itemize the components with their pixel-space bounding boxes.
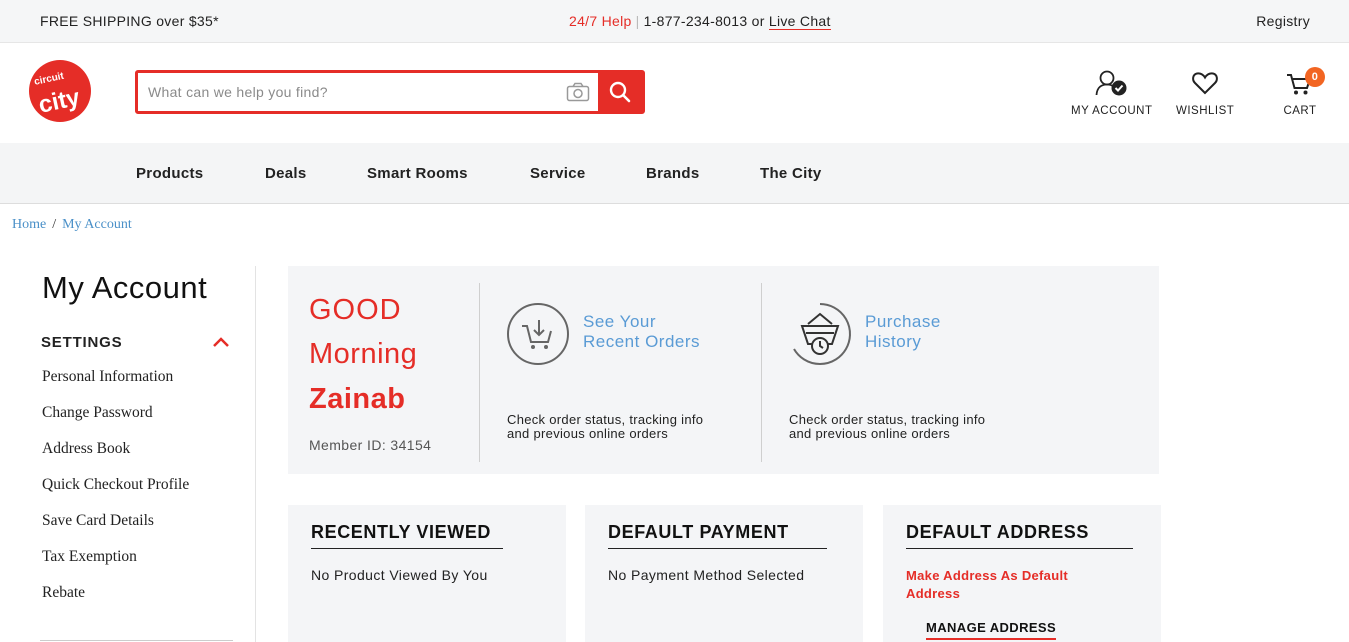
nav-the-city[interactable]: The City bbox=[760, 165, 822, 182]
default-payment-text: No Payment Method Selected bbox=[608, 567, 805, 583]
sidebar-item-quick-checkout-profile[interactable]: Quick Checkout Profile bbox=[42, 476, 189, 494]
cart-count-badge: 0 bbox=[1305, 67, 1325, 87]
default-payment-card: DEFAULT PAYMENT No Payment Method Select… bbox=[585, 505, 863, 642]
heart-icon bbox=[1192, 72, 1219, 95]
top-bar: FREE SHIPPING over $35* 24/7 Help | 1-877-… bbox=[0, 0, 1349, 43]
search-button[interactable] bbox=[598, 73, 642, 111]
help-divider: | bbox=[635, 13, 640, 29]
recently-viewed-text: No Product Viewed By You bbox=[311, 567, 488, 583]
purchase-history-desc-line2: and previous online orders bbox=[789, 426, 951, 441]
sidebar-item-address-book[interactable]: Address Book bbox=[42, 440, 130, 458]
recent-orders-description: Check order status, tracking info and pr… bbox=[507, 413, 703, 441]
recently-viewed-title: RECENTLY VIEWED bbox=[311, 522, 503, 549]
manage-address-button[interactable]: MANAGE ADDRESS bbox=[926, 620, 1057, 640]
default-payment-title: DEFAULT PAYMENT bbox=[608, 522, 827, 549]
recent-orders-title-line1: See Your bbox=[583, 312, 657, 331]
user-check-icon bbox=[1095, 70, 1127, 96]
nav-service[interactable]: Service bbox=[530, 165, 585, 182]
user-name: Zainab bbox=[309, 383, 406, 415]
cart-download-icon[interactable] bbox=[506, 302, 570, 366]
recent-orders-desc-line2: and previous online orders bbox=[507, 426, 669, 441]
search-bar bbox=[135, 70, 645, 114]
default-address-card: DEFAULT ADDRESS Make Address As Default … bbox=[883, 505, 1161, 642]
nav-brands[interactable]: Brands bbox=[646, 165, 699, 182]
purchase-history-link[interactable]: Purchase History bbox=[865, 312, 941, 352]
make-default-address-link[interactable]: Make Address As Default Address bbox=[906, 567, 1106, 603]
sidebar-divider bbox=[40, 640, 233, 641]
sidebar-item-rebate[interactable]: Rebate bbox=[42, 584, 85, 602]
breadcrumb-current[interactable]: My Account bbox=[62, 217, 132, 232]
sidebar-item-tax-exemption[interactable]: Tax Exemption bbox=[42, 548, 137, 566]
nav-deals[interactable]: Deals bbox=[265, 165, 307, 182]
greeting-panel: GOOD Morning Zainab Member ID: 34154 See… bbox=[288, 266, 1159, 474]
help-label: 24/7 Help bbox=[569, 13, 632, 29]
recent-orders-title-line2: Recent Orders bbox=[583, 332, 701, 351]
recently-viewed-card: RECENTLY VIEWED No Product Viewed By You bbox=[288, 505, 566, 642]
greeting-line1: GOOD bbox=[309, 294, 402, 326]
search-input[interactable] bbox=[138, 73, 558, 111]
account-sidebar: My Account SETTINGS Personal Information… bbox=[0, 266, 256, 642]
help-line: 24/7 Help | 1-877-234-8013 or Live Chat bbox=[569, 13, 831, 30]
recent-orders-link[interactable]: See Your Recent Orders bbox=[583, 312, 700, 352]
wishlist-label: WISHLIST bbox=[1176, 105, 1235, 117]
sidebar-item-personal-information[interactable]: Personal Information bbox=[42, 368, 173, 386]
cart-button[interactable]: 0 CART bbox=[1280, 67, 1325, 117]
my-account-button[interactable]: MY ACCOUNT bbox=[1071, 69, 1152, 117]
site-header: circuit city MY ACCOUNT WISHLIST 0 CART bbox=[0, 43, 1349, 143]
chevron-up-icon[interactable] bbox=[212, 336, 230, 348]
circuit-city-logo[interactable]: circuit city bbox=[28, 59, 94, 123]
sidebar-item-change-password[interactable]: Change Password bbox=[42, 404, 153, 422]
wishlist-button[interactable]: WISHLIST bbox=[1176, 69, 1234, 117]
breadcrumb-separator: / bbox=[52, 217, 57, 232]
member-id: Member ID: 34154 bbox=[309, 437, 432, 453]
sidebar-item-save-card-details[interactable]: Save Card Details bbox=[42, 512, 154, 530]
nav-smart-rooms[interactable]: Smart Rooms bbox=[367, 165, 468, 182]
search-icon bbox=[609, 81, 631, 103]
nav-products[interactable]: Products bbox=[136, 165, 203, 182]
greeting-line2: Morning bbox=[309, 338, 418, 370]
main-nav: Products Deals Smart Rooms Service Brand… bbox=[0, 143, 1349, 204]
settings-section-header[interactable]: SETTINGS bbox=[41, 334, 122, 351]
purchase-history-title-line2: History bbox=[865, 332, 922, 351]
purchase-history-desc-line1: Check order status, tracking info bbox=[789, 412, 986, 427]
cart-label: CART bbox=[1283, 105, 1317, 117]
breadcrumb-home[interactable]: Home bbox=[12, 217, 46, 232]
registry-link[interactable]: Registry bbox=[1256, 13, 1310, 29]
breadcrumb: Home / My Account bbox=[12, 217, 132, 233]
basket-clock-icon[interactable] bbox=[788, 302, 852, 366]
purchase-history-title-line1: Purchase bbox=[865, 312, 941, 331]
recent-orders-desc-line1: Check order status, tracking info bbox=[507, 412, 704, 427]
free-shipping-text: FREE SHIPPING over $35* bbox=[40, 13, 219, 29]
page-title: My Account bbox=[42, 270, 208, 305]
panel-divider-2 bbox=[761, 283, 762, 462]
camera-search-icon[interactable] bbox=[558, 73, 598, 111]
phone-text: 1-877-234-8013 or bbox=[643, 13, 765, 29]
my-account-label: MY ACCOUNT bbox=[1071, 105, 1153, 117]
purchase-history-description: Check order status, tracking info and pr… bbox=[789, 413, 985, 441]
default-address-title: DEFAULT ADDRESS bbox=[906, 522, 1133, 549]
panel-divider bbox=[479, 283, 480, 462]
live-chat-link[interactable]: Live Chat bbox=[768, 13, 831, 30]
